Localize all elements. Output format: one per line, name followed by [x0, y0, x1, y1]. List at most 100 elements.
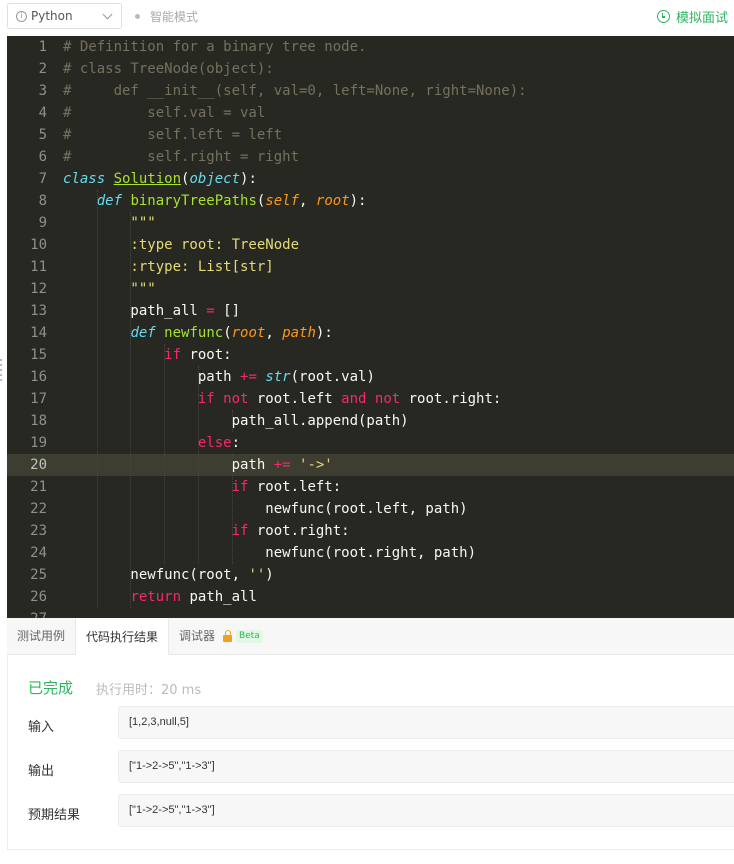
line-number: 15: [30, 347, 47, 363]
code-line[interactable]: 27: [7, 608, 734, 618]
indent-guide: [231, 410, 233, 432]
code-line[interactable]: 3 # def __init__(self, val=0, left=None, …: [7, 80, 734, 102]
indent-guide: [96, 190, 98, 608]
line-number: 5: [38, 127, 47, 143]
code-line[interactable]: 15 if root:: [7, 344, 734, 366]
language-label: Python: [31, 9, 73, 23]
code-text: if not root.left and not root.right:: [197, 391, 502, 407]
code-text: if root.right:: [231, 523, 350, 539]
code-text: newfunc(root.right, path): [63, 545, 477, 561]
code-text: :rtype: List[str]: [63, 259, 274, 275]
line-number: 13: [30, 303, 47, 319]
code-line[interactable]: 21 if root.left:: [7, 476, 734, 498]
code-text: def binaryTreePaths(self, root):: [96, 193, 367, 209]
code-text: return path_all: [130, 589, 257, 605]
code-text: path_all.append(path): [63, 413, 409, 429]
elapsed-time: 执行用时：20 ms: [96, 683, 202, 698]
chevron-down-icon: [102, 9, 113, 20]
input-value: [1,2,3,null,5]: [118, 706, 734, 739]
code-text: """: [63, 281, 156, 297]
status-text: 已完成: [28, 679, 74, 697]
code-text: # self.right = right: [63, 149, 300, 165]
smart-mode-dot-icon: [135, 14, 140, 19]
code-line[interactable]: 26 return path_all: [7, 586, 734, 608]
line-number: 12: [30, 281, 47, 297]
indent-guide: [197, 366, 199, 564]
code-text: if root:: [164, 347, 232, 363]
code-line[interactable]: 14 def newfunc(root, path):: [7, 322, 734, 344]
line-number: 25: [30, 567, 47, 583]
code-line[interactable]: 2 # class TreeNode(object):: [7, 58, 734, 80]
code-text: newfunc(root, ''): [63, 567, 274, 583]
code-text: newfunc(root.left, path): [63, 501, 468, 517]
code-text: def newfunc(root, path):: [130, 325, 333, 341]
line-number: 23: [30, 523, 47, 539]
mock-interview-label: 模拟面试: [675, 11, 728, 26]
line-number: 8: [38, 193, 47, 209]
line-number: 11: [30, 259, 47, 275]
code-editor[interactable]: 1 # Definition for a binary tree node. 2 # …: [7, 36, 734, 618]
code-line[interactable]: 17 if not root.left and not root.right:: [7, 388, 734, 410]
code-line[interactable]: 11 :rtype: List[str]: [7, 256, 734, 278]
line-number: 4: [38, 105, 47, 121]
line-number: 24: [30, 545, 47, 561]
code-text: if root.left:: [231, 479, 342, 495]
code-line[interactable]: 25 newfunc(root, ''): [7, 564, 734, 586]
code-line[interactable]: 23 if root.right:: [7, 520, 734, 542]
code-line[interactable]: 19 else:: [7, 432, 734, 454]
code-line[interactable]: 12 """: [7, 278, 734, 300]
code-line[interactable]: 10 :type root: TreeNode: [7, 234, 734, 256]
beta-badge: Beta: [236, 630, 263, 643]
tab-run-result[interactable]: 代码执行结果: [75, 618, 170, 656]
indent-guide: [231, 454, 233, 564]
tab-debugger[interactable]: 调试器 Beta: [169, 618, 273, 655]
line-number: 17: [30, 391, 47, 407]
code-text: path += str(root.val): [63, 369, 375, 385]
line-number: 20: [30, 457, 47, 473]
code-line[interactable]: 1 # Definition for a binary tree node.: [7, 36, 734, 58]
expected-value: ["1->2->5","1->3"]: [118, 794, 734, 827]
code-line[interactable]: 8 def binaryTreePaths(self, root):: [7, 190, 734, 212]
code-line[interactable]: 24 newfunc(root.right, path): [7, 542, 734, 564]
tab-run-result-label: 代码执行结果: [86, 629, 159, 644]
code-line[interactable]: 4 # self.val = val: [7, 102, 734, 124]
line-number: 6: [38, 149, 47, 165]
lock-icon: [223, 630, 233, 642]
code-text: class Solution(object):: [63, 171, 257, 187]
line-number: 2: [38, 61, 47, 77]
code-line[interactable]: 18 path_all.append(path): [7, 410, 734, 432]
code-line[interactable]: 5 # self.left = left: [7, 124, 734, 146]
line-number: 27: [7, 608, 47, 618]
line-number: 18: [30, 413, 47, 429]
alarm-clock-icon: [656, 10, 670, 23]
smart-mode-label: 智能模式: [150, 10, 199, 24]
line-number: 3: [38, 83, 47, 99]
code-line[interactable]: 13 path_all = []: [7, 300, 734, 322]
expected-label: 预期结果: [28, 808, 81, 823]
indent-guide: [130, 212, 132, 608]
code-line[interactable]: 16 path += str(root.val): [7, 366, 734, 388]
input-label: 输入: [28, 720, 55, 735]
run-result-panel: 已完成 执行用时：20 ms 输入 [1,2,3,null,5] 输出 ["1-…: [7, 655, 734, 850]
output-value: ["1->2->5","1->3"]: [118, 750, 734, 783]
code-text: path_all = []: [63, 303, 241, 319]
code-line[interactable]: 20 path += '->': [7, 454, 734, 476]
indent-guide: [164, 344, 166, 564]
language-select[interactable]: i Python: [7, 3, 122, 29]
line-number: 14: [30, 325, 47, 341]
smart-mode-toggle[interactable]: 智能模式: [135, 8, 198, 25]
resize-handle[interactable]: [0, 356, 3, 396]
code-text: """: [63, 215, 156, 231]
code-line[interactable]: 7 class Solution(object):: [7, 168, 734, 190]
code-line[interactable]: 9 """: [7, 212, 734, 234]
code-text: # class TreeNode(object):: [63, 61, 274, 77]
tab-test-cases[interactable]: 测试用例: [7, 618, 75, 655]
line-number: 7: [38, 171, 47, 187]
code-line[interactable]: 22 newfunc(root.left, path): [7, 498, 734, 520]
code-line[interactable]: 6 # self.right = right: [7, 146, 734, 168]
line-number: 1: [38, 39, 47, 55]
line-number: 19: [30, 435, 47, 451]
code-text: # self.val = val: [63, 105, 266, 121]
mock-interview-button[interactable]: 模拟面试: [656, 7, 728, 26]
tab-test-cases-label: 测试用例: [17, 629, 66, 643]
